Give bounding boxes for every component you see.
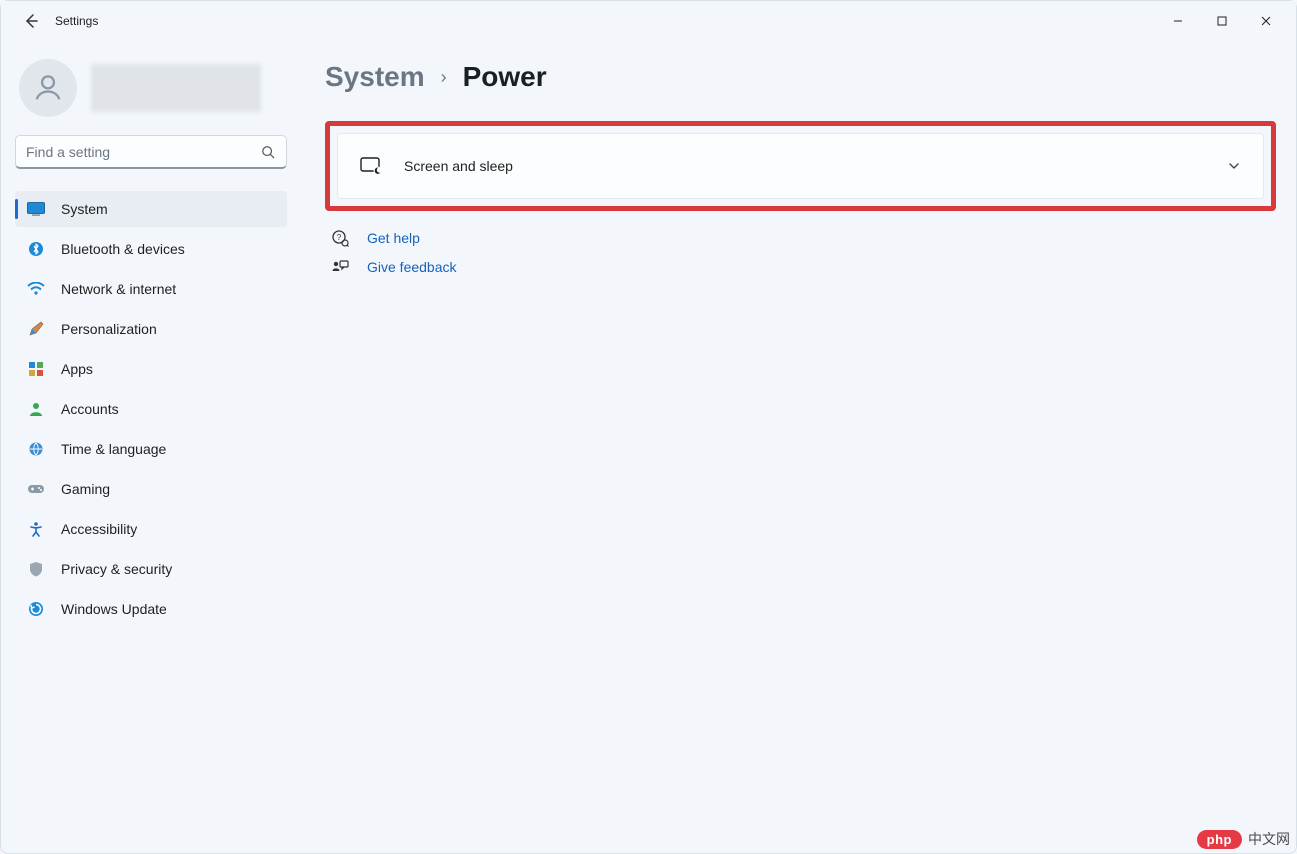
shield-icon xyxy=(27,560,45,578)
update-icon xyxy=(27,600,45,618)
nav-label: Apps xyxy=(61,361,93,377)
maximize-icon xyxy=(1217,16,1227,26)
watermark-text: 中文网 xyxy=(1248,829,1290,849)
screen-sleep-icon xyxy=(360,157,382,175)
nav-item-time[interactable]: Time & language xyxy=(15,431,287,467)
display-icon xyxy=(27,200,45,218)
bluetooth-icon xyxy=(27,240,45,258)
give-feedback-link[interactable]: Give feedback xyxy=(367,259,457,275)
nav-label: Gaming xyxy=(61,481,110,497)
nav-label: Accessibility xyxy=(61,521,137,537)
nav-label: Time & language xyxy=(61,441,166,457)
svg-text:?: ? xyxy=(337,233,342,242)
close-icon xyxy=(1261,16,1271,26)
give-feedback-row[interactable]: Give feedback xyxy=(331,259,1276,275)
breadcrumb-parent[interactable]: System xyxy=(325,61,425,93)
nav-label: Bluetooth & devices xyxy=(61,241,185,257)
setting-label: Screen and sleep xyxy=(404,158,513,174)
user-name-redacted xyxy=(91,64,261,112)
nav-item-system[interactable]: System xyxy=(15,191,287,227)
nav-item-personalization[interactable]: Personalization xyxy=(15,311,287,347)
nav-item-bluetooth[interactable]: Bluetooth & devices xyxy=(15,231,287,267)
nav-label: Network & internet xyxy=(61,281,176,297)
nav-item-privacy[interactable]: Privacy & security xyxy=(15,551,287,587)
watermark-pill: php xyxy=(1197,830,1242,849)
gamepad-icon xyxy=(27,480,45,498)
minimize-button[interactable] xyxy=(1156,5,1200,37)
apps-icon xyxy=(27,360,45,378)
wifi-icon xyxy=(27,280,45,298)
nav-item-accessibility[interactable]: Accessibility xyxy=(15,511,287,547)
main-content: System › Power Screen and sleep ? xyxy=(301,41,1296,853)
get-help-row[interactable]: ? Get help xyxy=(331,229,1276,247)
get-help-link[interactable]: Get help xyxy=(367,230,420,246)
feedback-icon xyxy=(331,259,349,275)
nav-item-update[interactable]: Windows Update xyxy=(15,591,287,627)
breadcrumb: System › Power xyxy=(325,61,1276,93)
nav-label: Accounts xyxy=(61,401,119,417)
title-bar: Settings xyxy=(1,1,1296,41)
paintbrush-icon xyxy=(27,320,45,338)
close-button[interactable] xyxy=(1244,5,1288,37)
window-controls xyxy=(1156,5,1288,37)
search-field[interactable] xyxy=(15,135,287,169)
help-links: ? Get help Give feedback xyxy=(325,229,1276,275)
nav-label: Privacy & security xyxy=(61,561,172,577)
sidebar: System Bluetooth & devices Network & int… xyxy=(1,41,301,853)
chevron-down-icon xyxy=(1227,159,1241,173)
arrow-left-icon xyxy=(23,13,39,29)
nav-item-apps[interactable]: Apps xyxy=(15,351,287,387)
back-button[interactable] xyxy=(19,9,43,33)
nav-label: Windows Update xyxy=(61,601,167,617)
window-title: Settings xyxy=(55,14,98,28)
nav-item-network[interactable]: Network & internet xyxy=(15,271,287,307)
screen-and-sleep-row[interactable]: Screen and sleep xyxy=(337,133,1264,199)
nav-item-gaming[interactable]: Gaming xyxy=(15,471,287,507)
globe-clock-icon xyxy=(27,440,45,458)
page-title: Power xyxy=(463,61,547,93)
user-block[interactable] xyxy=(15,55,287,135)
chevron-right-icon: › xyxy=(441,67,447,88)
maximize-button[interactable] xyxy=(1200,5,1244,37)
search-input[interactable] xyxy=(15,135,287,169)
search-icon xyxy=(261,145,275,159)
nav-item-accounts[interactable]: Accounts xyxy=(15,391,287,427)
person-icon xyxy=(31,71,65,105)
minimize-icon xyxy=(1173,16,1183,26)
nav-list: System Bluetooth & devices Network & int… xyxy=(15,191,287,627)
accessibility-icon xyxy=(27,520,45,538)
help-icon: ? xyxy=(331,229,349,247)
highlight-box: Screen and sleep xyxy=(325,121,1276,211)
nav-label: System xyxy=(61,201,108,217)
nav-label: Personalization xyxy=(61,321,157,337)
account-icon xyxy=(27,400,45,418)
watermark: php 中文网 xyxy=(1197,829,1290,849)
avatar xyxy=(19,59,77,117)
